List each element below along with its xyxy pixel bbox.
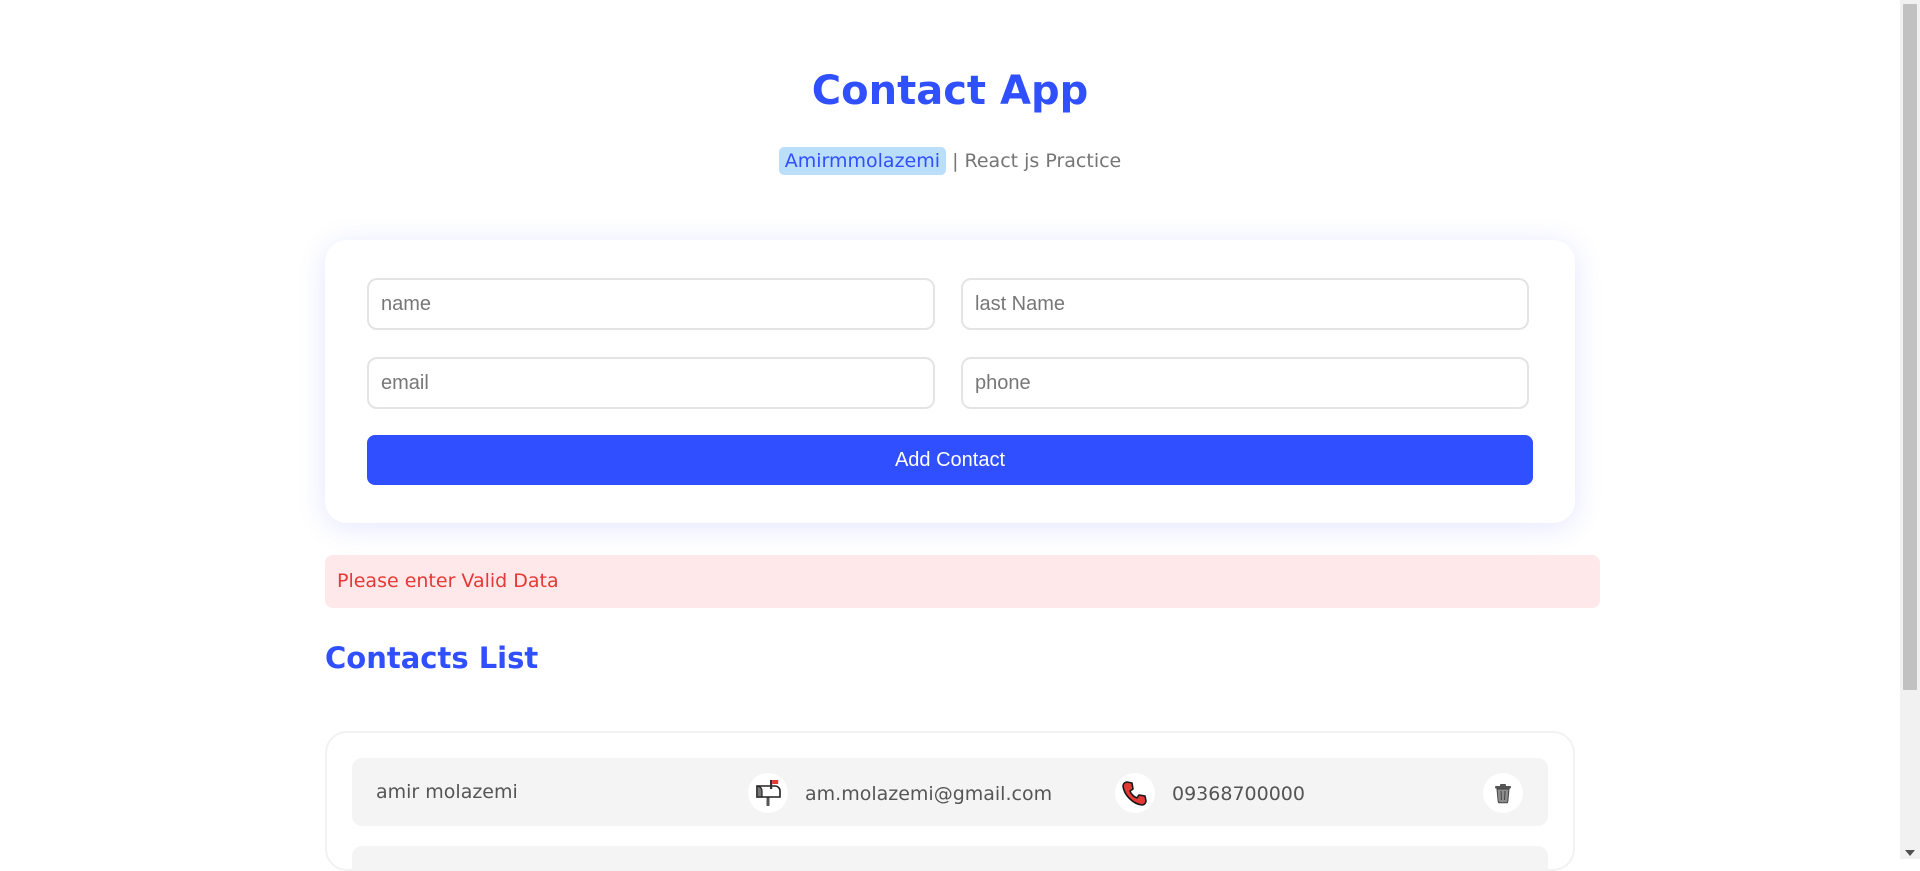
last-name-input[interactable]	[961, 278, 1529, 330]
email-input[interactable]	[367, 357, 935, 409]
page: Contact App Amirmmolazemi | React js Pra…	[0, 0, 1900, 859]
page-scrollbar[interactable]	[1900, 0, 1920, 859]
name-input[interactable]	[367, 278, 935, 330]
author-badge: Amirmmolazemi	[779, 147, 946, 175]
contacts-list: amir molazemi am.molazemi@gmail.com 0936…	[325, 731, 1575, 871]
contact-email: am.molazemi@gmail.com	[805, 760, 1052, 828]
trash-icon	[1492, 782, 1514, 804]
contact-name: amir molazemi	[376, 758, 518, 826]
mailbox-icon	[748, 773, 788, 813]
phone-input[interactable]	[961, 357, 1529, 409]
contact-row: amir molazemi am.molazemi@gmail.com 0936…	[352, 758, 1548, 826]
subtitle-text: | React js Practice	[952, 150, 1121, 172]
scroll-down-arrow-icon[interactable]	[1905, 850, 1915, 856]
telephone-icon	[1115, 773, 1155, 813]
error-alert: Please enter Valid Data	[325, 555, 1600, 608]
contact-form: Add Contact	[325, 240, 1575, 523]
delete-button[interactable]	[1483, 773, 1523, 813]
contact-phone: 09368700000	[1172, 760, 1305, 828]
scrollbar-thumb[interactable]	[1903, 4, 1917, 690]
subtitle: Amirmmolazemi | React js Practice	[0, 147, 1900, 175]
add-contact-button[interactable]: Add Contact	[367, 435, 1533, 485]
page-title: Contact App	[0, 68, 1900, 114]
contacts-list-title: Contacts List	[325, 641, 538, 675]
